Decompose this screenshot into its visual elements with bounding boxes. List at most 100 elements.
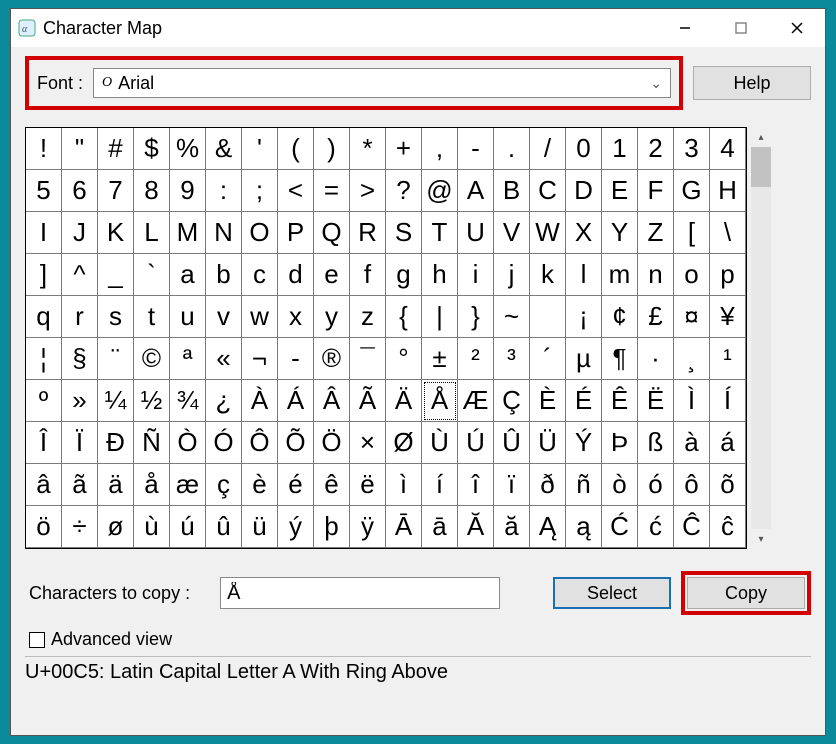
char-cell[interactable]: É [566,380,602,422]
char-cell[interactable]: Ö [314,422,350,464]
char-cell[interactable]: { [386,296,422,338]
help-button[interactable]: Help [693,66,811,100]
char-cell[interactable]: » [62,380,98,422]
char-cell[interactable]: ¥ [710,296,746,338]
char-cell[interactable]: e [314,254,350,296]
char-cell[interactable]: æ [170,464,206,506]
char-cell[interactable]: 9 [170,170,206,212]
maximize-button[interactable] [713,9,769,47]
char-cell[interactable]: ô [674,464,710,506]
char-cell[interactable]: a [170,254,206,296]
char-cell[interactable]: > [350,170,386,212]
char-cell[interactable]: ñ [566,464,602,506]
char-cell[interactable]: n [638,254,674,296]
char-cell[interactable]: À [242,380,278,422]
char-cell[interactable]: ¶ [602,338,638,380]
char-cell[interactable]: = [314,170,350,212]
char-cell[interactable]: Z [638,212,674,254]
char-cell[interactable]: ® [314,338,350,380]
char-cell[interactable]: £ [638,296,674,338]
char-cell[interactable]: þ [314,506,350,548]
char-cell[interactable]: K [98,212,134,254]
char-cell[interactable]: ° [386,338,422,380]
char-cell[interactable]: ë [350,464,386,506]
char-cell[interactable]: ¤ [674,296,710,338]
char-cell[interactable]: ò [602,464,638,506]
char-cell[interactable]: Ã [350,380,386,422]
char-cell[interactable]: ê [314,464,350,506]
char-cell[interactable]: Y [602,212,638,254]
copy-button[interactable]: Copy [687,577,805,609]
char-cell[interactable]: ¡ [566,296,602,338]
char-cell[interactable]: Í [710,380,746,422]
char-cell[interactable]: Ì [674,380,710,422]
char-cell[interactable]: ³ [494,338,530,380]
char-cell[interactable]: ¹ [710,338,746,380]
char-cell[interactable]: ½ [134,380,170,422]
char-cell[interactable]: _ [98,254,134,296]
char-cell[interactable]: & [206,128,242,170]
char-cell[interactable]: Ô [242,422,278,464]
char-cell[interactable]: L [134,212,170,254]
char-cell[interactable]: ( [278,128,314,170]
char-cell[interactable]: ā [422,506,458,548]
char-cell[interactable]: Ý [566,422,602,464]
char-cell[interactable]: ¿ [206,380,242,422]
char-cell[interactable]: ä [98,464,134,506]
char-cell[interactable]: ; [242,170,278,212]
char-cell[interactable]: z [350,296,386,338]
char-cell[interactable]: ó [638,464,674,506]
char-cell[interactable]: m [602,254,638,296]
char-cell[interactable]: ¬ [242,338,278,380]
char-cell[interactable]: B [494,170,530,212]
char-cell[interactable]: ą [566,506,602,548]
char-cell[interactable]: ± [422,338,458,380]
char-cell[interactable]: P [278,212,314,254]
char-cell[interactable]: C [530,170,566,212]
char-cell[interactable]: Á [278,380,314,422]
char-cell[interactable]: d [278,254,314,296]
char-cell[interactable]: ĉ [710,506,746,548]
char-cell[interactable]: ¾ [170,380,206,422]
char-cell[interactable]: 5 [26,170,62,212]
char-cell[interactable]: | [422,296,458,338]
char-cell[interactable]: ¼ [98,380,134,422]
char-cell[interactable]: ´ [530,338,566,380]
char-cell[interactable]: 6 [62,170,98,212]
char-cell[interactable]: D [566,170,602,212]
char-cell[interactable]: - [278,338,314,380]
character-grid[interactable]: !"#$%&'()*+,-./0123456789:;<=>?@ABCDEFGH… [25,127,747,549]
char-cell[interactable]: 2 [638,128,674,170]
char-cell[interactable]: õ [710,464,746,506]
char-cell[interactable]: Ā [386,506,422,548]
char-cell[interactable]: c [242,254,278,296]
char-cell[interactable]: ` [134,254,170,296]
char-cell[interactable]: ç [206,464,242,506]
char-cell[interactable]: ø [98,506,134,548]
char-cell[interactable]: Q [314,212,350,254]
char-cell[interactable]: Ë [638,380,674,422]
char-cell[interactable]: J [62,212,98,254]
char-cell[interactable]: E [602,170,638,212]
char-cell[interactable]: ² [458,338,494,380]
char-cell[interactable]: Â [314,380,350,422]
char-cell[interactable]: 0 [566,128,602,170]
char-cell[interactable]: × [350,422,386,464]
char-cell[interactable]: U [458,212,494,254]
char-cell[interactable]: p [710,254,746,296]
char-cell[interactable]: V [494,212,530,254]
char-cell[interactable]: í [422,464,458,506]
char-cell[interactable]: A [458,170,494,212]
char-cell[interactable]: u [170,296,206,338]
char-cell[interactable]: l [566,254,602,296]
char-cell[interactable]: ¨ [98,338,134,380]
char-cell[interactable]: / [530,128,566,170]
char-cell[interactable]: Ć [602,506,638,548]
scrollbar[interactable]: ▴ ▾ [751,127,771,549]
char-cell[interactable]: â [26,464,62,506]
char-cell[interactable]: ă [494,506,530,548]
char-cell[interactable]: ! [26,128,62,170]
char-cell[interactable]: * [350,128,386,170]
char-cell[interactable]: Ú [458,422,494,464]
char-cell[interactable]: è [242,464,278,506]
